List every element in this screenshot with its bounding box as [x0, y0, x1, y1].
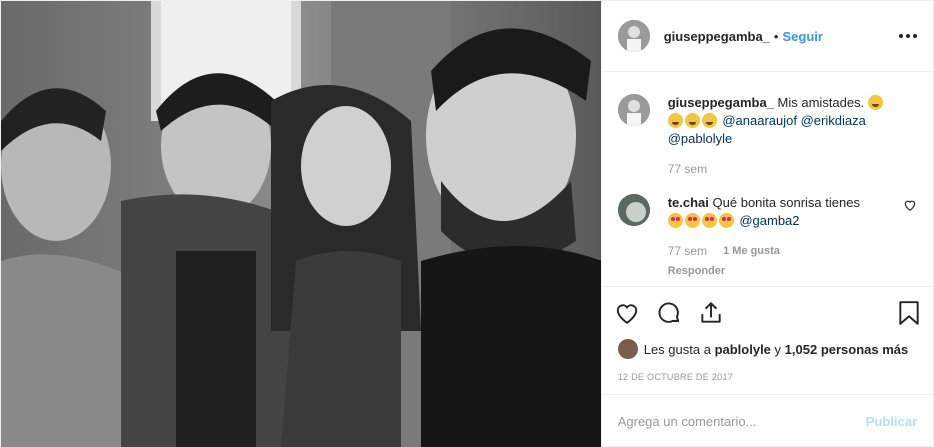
commenter-avatar[interactable]	[617, 194, 650, 226]
caption-body: giuseppegamba_ Mis amistades. @anaaraujo…	[667, 94, 917, 178]
group-selfie-image	[1, 1, 601, 447]
comment-icon[interactable]	[656, 300, 682, 326]
heart-eyes-emoji-icon	[667, 213, 683, 228]
likes-joiner: y	[774, 341, 782, 357]
heart-icon[interactable]	[614, 300, 640, 326]
caption-comment: giuseppegamba_ Mis amistades. @anaaraujo…	[617, 94, 917, 178]
caption-avatar[interactable]	[617, 94, 650, 126]
grimace-emoji-icon	[684, 113, 700, 128]
likes-summary: Les gusta a pablolyle y 1,052 personas m…	[602, 338, 933, 360]
heart-eyes-emoji-icon	[684, 213, 700, 228]
liker-avatar[interactable]	[617, 339, 638, 359]
bookmark-icon[interactable]	[897, 300, 921, 326]
mention-link[interactable]: @erikdiaza	[801, 113, 866, 128]
author-avatar[interactable]	[617, 20, 650, 52]
author-username[interactable]: giuseppegamba_	[664, 29, 770, 44]
mention-link[interactable]: @anaaraujof	[722, 113, 797, 128]
post-sidebar: giuseppegamba_ • Seguir giuseppegamba_ M…	[600, 1, 933, 447]
publish-button[interactable]: Publicar	[866, 414, 917, 429]
add-comment-bar: Publicar	[601, 394, 933, 447]
avatar-image	[617, 20, 650, 52]
mention-link[interactable]: @gamba2	[739, 213, 799, 228]
liker-username[interactable]: pablolyle	[715, 342, 771, 357]
caption-time[interactable]: 77 sem	[668, 160, 707, 178]
grimace-emoji-icon	[701, 113, 717, 128]
caption-text: Mis amistades.	[777, 95, 865, 110]
comments-list: giuseppegamba_ Mis amistades. @anaaraujo…	[602, 72, 933, 286]
mention-link[interactable]: @pablolyle	[668, 131, 733, 146]
comment-input[interactable]	[617, 414, 866, 429]
reply-button[interactable]: Responder	[668, 262, 895, 280]
comment-username[interactable]: te.chai	[668, 195, 709, 210]
caption-meta: 77 sem	[668, 160, 917, 178]
comment-item: te.chai Qué bonita sonrisa tienes @gamba…	[617, 194, 917, 280]
comment-like-heart-icon[interactable]	[903, 198, 917, 212]
instagram-post: giuseppegamba_ • Seguir giuseppegamba_ M…	[0, 0, 934, 447]
comment-body: te.chai Qué bonita sonrisa tienes @gamba…	[667, 194, 895, 280]
heart-eyes-emoji-icon	[718, 213, 734, 228]
heart-eyes-emoji-icon	[701, 213, 717, 228]
caption-username[interactable]: giuseppegamba_	[668, 95, 774, 110]
comment-text: Qué bonita sonrisa tienes	[712, 195, 860, 210]
grimace-emoji-icon	[667, 113, 683, 128]
more-options-icon[interactable]	[899, 34, 917, 38]
likes-count[interactable]: 1,052 personas más	[785, 342, 909, 357]
post-photo[interactable]	[1, 1, 601, 447]
grimace-emoji-icon	[867, 95, 883, 110]
avatar-image	[617, 94, 650, 126]
separator-dot: •	[773, 28, 779, 44]
avatar-image	[617, 194, 650, 226]
likes-prefix: Les gusta a	[643, 341, 711, 357]
post-header: giuseppegamba_ • Seguir	[601, 1, 933, 72]
post-date[interactable]: 12 DE OCTUBRE DE 2017	[602, 360, 933, 394]
comment-likes[interactable]: 1 Me gusta	[723, 242, 780, 260]
action-bar	[601, 286, 933, 338]
comment-meta: 77 sem 1 Me gusta	[668, 242, 895, 260]
follow-button[interactable]: Seguir	[782, 29, 822, 44]
share-icon[interactable]	[698, 300, 724, 326]
comment-time[interactable]: 77 sem	[668, 242, 707, 260]
